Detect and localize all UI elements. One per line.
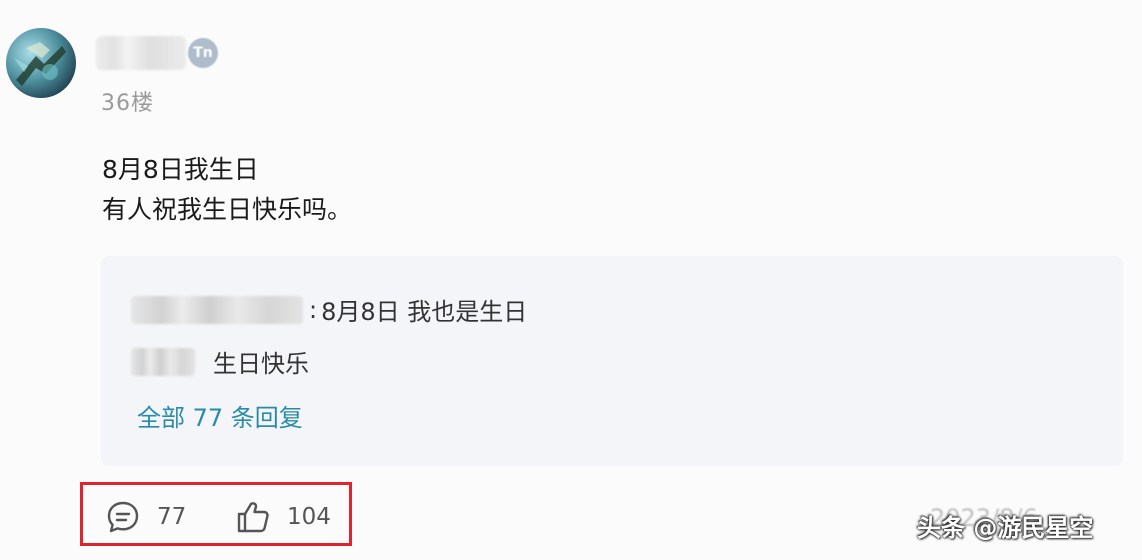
all-replies-link[interactable]: 全部 77 条回复 [137, 398, 303, 433]
reply-text: 8月8日 我也是生日 [321, 298, 528, 326]
reply-preview-box[interactable]: : 8月8日 我也是生日 生日快乐 全部 77 条回复 [101, 256, 1123, 466]
post-content-line: 有人祝我生日快乐吗。 [102, 195, 353, 224]
avatar[interactable] [6, 28, 76, 98]
reply-username-blurred[interactable] [131, 295, 303, 324]
username-blurred[interactable] [96, 36, 186, 70]
verified-badge-icon: Tn [188, 38, 218, 68]
post-content-line: 8月8日我生日 [102, 155, 259, 184]
like-count: 104 [287, 504, 331, 530]
reply-text: 生日快乐 [213, 350, 309, 378]
floor-number: 36楼 [101, 91, 154, 116]
reply-username-blurred[interactable] [131, 347, 195, 376]
comment-count: 77 [157, 504, 187, 530]
like-button[interactable]: 104 [235, 499, 331, 535]
action-bar-highlight: 77 104 [80, 482, 352, 546]
thumbs-up-icon [237, 502, 269, 533]
reply-separator: : [309, 295, 318, 324]
post-content: 8月8日我生日 有人祝我生日快乐吗。 [102, 150, 352, 230]
watermark: 头条 @游民星空 [917, 514, 1094, 542]
avatar-image [14, 42, 66, 86]
reply-item[interactable]: : 8月8日 我也是生日 [131, 292, 527, 327]
reply-item[interactable]: 生日快乐 [131, 344, 309, 379]
comment-button[interactable]: 77 [105, 499, 186, 535]
comment-icon [107, 501, 139, 533]
